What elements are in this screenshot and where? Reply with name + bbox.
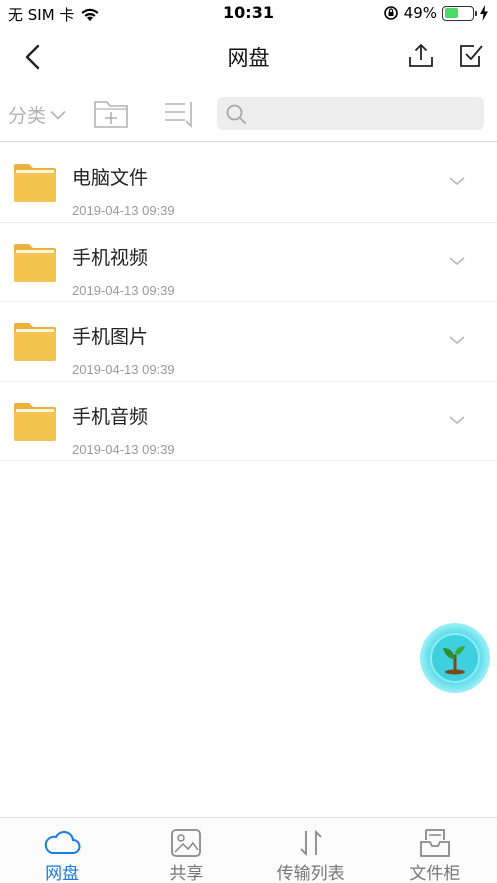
file-row[interactable]: 手机图片 2019-04-13 09:39: [0, 302, 497, 382]
checkbox-icon: [460, 45, 483, 67]
status-right: 49%: [383, 4, 489, 22]
upload-icon: [409, 44, 433, 67]
charging-bolt-icon: [480, 5, 488, 21]
file-name: 手机图片: [72, 326, 149, 348]
file-name: 手机视频: [72, 246, 149, 269]
sort-icon: [165, 102, 192, 128]
file-date: 2019-04-13 09:39: [72, 441, 175, 457]
tab-label: 网盘: [45, 864, 80, 883]
folder-icon: [14, 323, 56, 361]
tab-label: 文件柜: [409, 864, 461, 883]
upload-button[interactable]: [407, 42, 435, 70]
file-date: 2019-04-13 09:39: [72, 203, 175, 218]
tab-file-cabinet[interactable]: 文件柜: [373, 818, 497, 883]
chevron-down-icon: [50, 110, 66, 120]
cloud-icon: [44, 831, 81, 854]
tab-cloud-drive[interactable]: 网盘: [0, 818, 124, 883]
search-box[interactable]: [217, 97, 484, 130]
search-icon: [226, 104, 246, 124]
folder-icon: [14, 243, 56, 282]
fab-inner: [430, 633, 480, 683]
chevron-down-icon[interactable]: [447, 332, 467, 348]
sprout-icon: [443, 646, 465, 675]
category-dropdown[interactable]: 分类: [8, 101, 66, 128]
new-folder-button[interactable]: [93, 98, 129, 130]
nav-bar: 网盘: [0, 28, 497, 84]
select-button[interactable]: [457, 42, 485, 70]
file-name: 电脑文件: [72, 167, 149, 189]
file-date: 2019-04-13 09:39: [72, 282, 175, 298]
file-row[interactable]: 手机视频 2019-04-13 09:39: [0, 223, 497, 302]
chevron-down-icon[interactable]: [447, 253, 467, 269]
file-row[interactable]: 电脑文件 2019-04-13 09:39: [0, 143, 497, 223]
folder-icon: [14, 164, 56, 202]
file-name: 手机音频: [72, 405, 149, 428]
file-date: 2019-04-13 09:39: [72, 362, 175, 377]
tab-label: 共享: [169, 864, 204, 883]
chevron-down-icon[interactable]: [447, 412, 467, 428]
search-input[interactable]: [253, 97, 473, 130]
orientation-lock-icon: [383, 6, 398, 20]
share-icon: [171, 829, 202, 857]
sort-button[interactable]: [161, 98, 197, 130]
battery-percent: 49%: [403, 4, 437, 22]
status-bar: 无 SIM 卡 10:31 49%: [0, 0, 497, 28]
new-folder-icon: [94, 101, 128, 128]
battery-fill: [444, 8, 458, 18]
floating-plant-button[interactable]: [420, 623, 490, 693]
battery-icon: [442, 5, 477, 21]
tab-label: 传输列表: [276, 864, 345, 883]
chevron-down-icon[interactable]: [447, 173, 467, 189]
transfer-icon: [299, 829, 322, 857]
tab-transfer-list[interactable]: 传输列表: [249, 818, 373, 883]
cabinet-icon: [419, 829, 450, 857]
folder-icon: [14, 402, 56, 441]
category-label: 分类: [8, 105, 47, 127]
toolbar: 分类: [0, 86, 497, 142]
file-row[interactable]: 手机音频 2019-04-13 09:39: [0, 382, 497, 461]
tab-bar: 网盘 共享 传输列表 文件柜: [0, 817, 497, 883]
file-list: 电脑文件 2019-04-13 09:39 手机视频 2019-04-13 09…: [0, 143, 497, 461]
tab-share[interactable]: 共享: [124, 818, 248, 883]
